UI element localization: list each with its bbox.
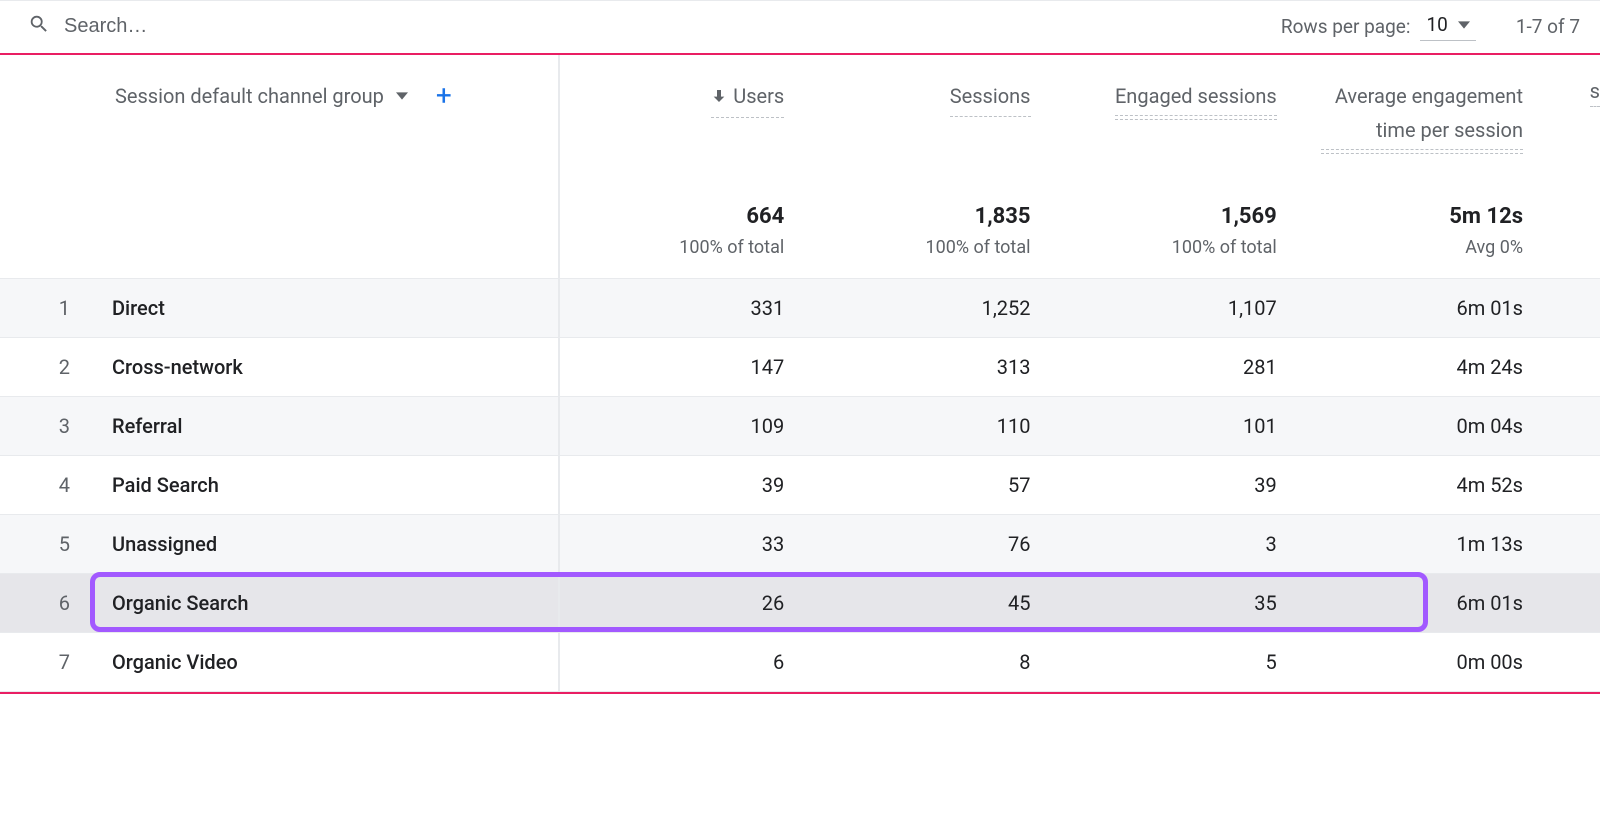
row-metric: 76 xyxy=(806,532,1052,556)
row-metric: 4m 52s xyxy=(1299,473,1545,497)
row-metric: 4m 24s xyxy=(1299,355,1545,379)
row-metric: 57 xyxy=(806,473,1052,497)
search-field[interactable] xyxy=(28,13,1281,39)
row-index: 3 xyxy=(0,414,90,438)
row-metric: 39 xyxy=(1053,473,1299,497)
row-metric: 45 xyxy=(806,591,1052,615)
dimension-column-header: Session default channel group + xyxy=(0,55,560,278)
col-header-sessions[interactable]: Sessions 1,835 100% of total xyxy=(806,55,1052,278)
total-users: 664 xyxy=(582,204,784,229)
row-channel-name[interactable]: Paid Search xyxy=(90,456,560,514)
rows-per-page-value: 10 xyxy=(1426,13,1447,36)
metric-headers: Users 664 100% of total Sessions 1,835 1… xyxy=(560,55,1600,278)
total-users-sub: 100% of total xyxy=(582,237,784,258)
row-metric: 26 xyxy=(560,591,806,615)
col-header-cutoff: s xyxy=(1545,55,1600,278)
rows-per-page-label: Rows per page: xyxy=(1281,15,1411,38)
row-index: 4 xyxy=(0,473,90,497)
table-row[interactable]: 4Paid Search3957394m 52s xyxy=(0,456,1600,515)
table-row[interactable]: 1Direct3311,2521,1076m 01s xyxy=(0,279,1600,338)
col-header-users[interactable]: Users 664 100% of total xyxy=(560,55,806,278)
row-metric: 33 xyxy=(560,532,806,556)
row-index: 1 xyxy=(0,296,90,320)
row-channel-name[interactable]: Organic Video xyxy=(90,633,560,691)
row-metric: 1,252 xyxy=(806,296,1052,320)
row-metric: 110 xyxy=(806,414,1052,438)
add-dimension-button[interactable]: + xyxy=(420,79,452,112)
total-avg-eng: 5m 12s xyxy=(1321,204,1523,229)
row-metric: 109 xyxy=(560,414,806,438)
row-metric: 0m 00s xyxy=(1299,650,1545,674)
chevron-down-icon xyxy=(396,90,408,102)
row-metric: 0m 04s xyxy=(1299,414,1545,438)
row-channel-name[interactable]: Direct xyxy=(90,279,560,337)
table-toolbar: Rows per page: 10 1-7 of 7 xyxy=(0,0,1600,53)
col-header-avg-engagement[interactable]: Average engagement time per session 5m 1… xyxy=(1299,55,1545,278)
table-row[interactable]: 5Unassigned337631m 13s xyxy=(0,515,1600,574)
search-icon xyxy=(28,13,50,39)
row-metric: 101 xyxy=(1053,414,1299,438)
total-sessions: 1,835 xyxy=(828,204,1030,229)
report-table: Rows per page: 10 1-7 of 7 Session defau… xyxy=(0,0,1600,694)
table-row[interactable]: 6Organic Search2645356m 01s xyxy=(0,574,1600,633)
arrow-down-icon xyxy=(711,88,727,104)
row-metric: 5 xyxy=(1053,650,1299,674)
dimension-selector[interactable]: Session default channel group xyxy=(115,84,384,108)
row-metric: 35 xyxy=(1053,591,1299,615)
total-engaged-sub: 100% of total xyxy=(1075,237,1277,258)
table-row[interactable]: 2Cross-network1473132814m 24s xyxy=(0,338,1600,397)
row-metric: 1,107 xyxy=(1053,296,1299,320)
row-index: 2 xyxy=(0,355,90,379)
table-header: Session default channel group + Users 66… xyxy=(0,55,1600,279)
page-range: 1-7 of 7 xyxy=(1486,15,1580,38)
row-metric: 331 xyxy=(560,296,806,320)
row-metric: 6m 01s xyxy=(1299,591,1545,615)
row-channel-name[interactable]: Cross-network xyxy=(90,338,560,396)
row-metric: 6 xyxy=(560,650,806,674)
row-metric: 281 xyxy=(1053,355,1299,379)
row-metric: 8 xyxy=(806,650,1052,674)
row-metric: 6m 01s xyxy=(1299,296,1545,320)
total-sessions-sub: 100% of total xyxy=(828,237,1030,258)
chevron-down-icon xyxy=(1458,19,1470,31)
table-row[interactable]: 3Referral1091101010m 04s xyxy=(0,397,1600,456)
row-metric: 3 xyxy=(1053,532,1299,556)
row-channel-name[interactable]: Referral xyxy=(90,397,560,455)
col-header-engaged-sessions[interactable]: Engaged sessions 1,569 100% of total xyxy=(1053,55,1299,278)
divider xyxy=(0,692,1600,694)
row-index: 6 xyxy=(0,591,90,615)
table-row[interactable]: 7Organic Video6850m 00s xyxy=(0,633,1600,692)
search-input[interactable] xyxy=(64,15,464,38)
row-metric: 1m 13s xyxy=(1299,532,1545,556)
row-channel-name[interactable]: Organic Search xyxy=(90,574,560,632)
col-header-avg-label: Average engagement time per session xyxy=(1321,79,1523,154)
rows-per-page-select[interactable]: 10 xyxy=(1420,11,1475,41)
table-body: 1Direct3311,2521,1076m 01s2Cross-network… xyxy=(0,279,1600,692)
total-engaged: 1,569 xyxy=(1075,204,1277,229)
row-index: 5 xyxy=(0,532,90,556)
row-metric: 147 xyxy=(560,355,806,379)
row-channel-name[interactable]: Unassigned xyxy=(90,515,560,573)
row-index: 7 xyxy=(0,650,90,674)
total-avg-eng-sub: Avg 0% xyxy=(1321,237,1523,258)
row-metric: 313 xyxy=(806,355,1052,379)
row-metric: 39 xyxy=(560,473,806,497)
col-header-engaged-label: Engaged sessions xyxy=(1115,79,1277,120)
pagination: Rows per page: 10 1-7 of 7 xyxy=(1281,11,1580,41)
